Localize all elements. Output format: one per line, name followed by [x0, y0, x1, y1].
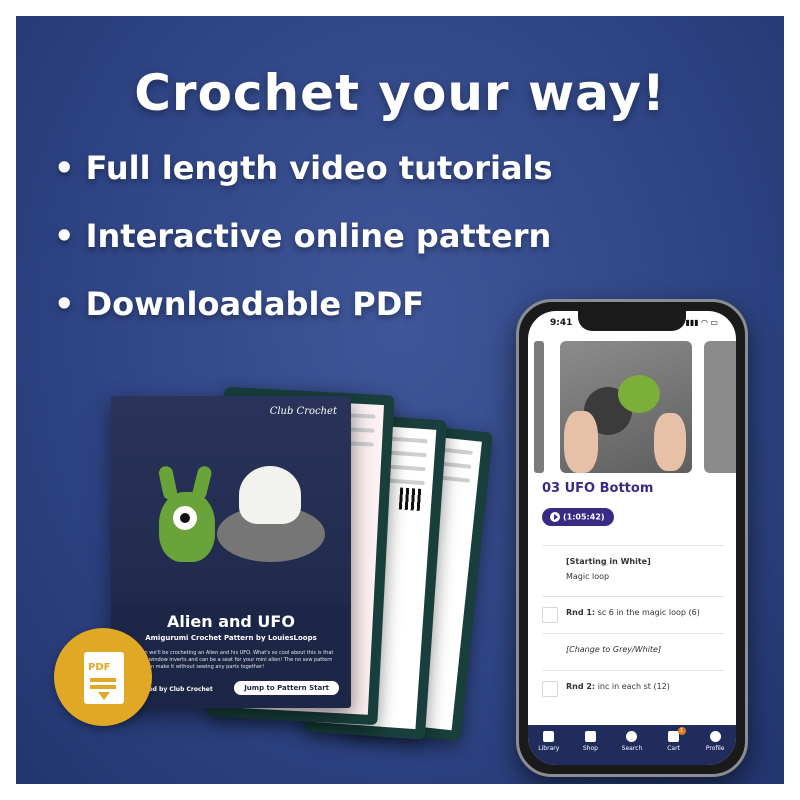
- tab-library[interactable]: Library: [528, 725, 570, 765]
- brand-logo: Club Crochet: [269, 406, 337, 417]
- tab-label: Library: [538, 745, 560, 752]
- feature-online-pattern: • Interactive online pattern: [54, 217, 552, 255]
- pattern-steps: [Starting in White] Magic loop Rnd 1: sc…: [542, 545, 724, 707]
- pdf-label: PDF: [88, 662, 111, 673]
- profile-icon: [709, 731, 721, 742]
- video-carousel[interactable]: [528, 341, 736, 473]
- hand: [564, 411, 598, 473]
- cart-count-badge: 1: [677, 727, 686, 735]
- video-duration: (1:05:42): [563, 512, 605, 522]
- feature-video-tutorials: • Full length video tutorials: [54, 149, 553, 187]
- list-item: Rnd 1: sc 6 in the magic loop (6): [542, 596, 724, 633]
- headline: Crochet your way!: [134, 64, 666, 122]
- bottom-tab-bar: Library Shop Search 1 Cart Profile: [528, 725, 736, 765]
- pdf-download-badge: PDF: [54, 628, 152, 726]
- tab-label: Cart: [667, 745, 680, 752]
- feature-list: • Full length video tutorials • Interact…: [54, 150, 553, 354]
- cover-subtitle: Amigurumi Crochet Pattern by LouiesLoops: [145, 634, 317, 642]
- lesson-title: 03 UFO Bottom: [542, 481, 654, 496]
- tab-shop[interactable]: Shop: [570, 725, 612, 765]
- tab-label: Search: [621, 745, 643, 752]
- pdf-document-icon: PDF: [84, 652, 124, 704]
- cover-description: ...lesson we'll be crocheting an Alien a…: [127, 650, 334, 670]
- step-checkbox[interactable]: [542, 681, 558, 697]
- hand: [654, 413, 686, 471]
- bag-icon: [584, 731, 596, 742]
- qr-code-icon: [398, 487, 423, 511]
- tab-label: Shop: [582, 745, 598, 752]
- search-icon: [626, 731, 638, 742]
- status-icons: ▮▮▮ ◠ ▭: [685, 318, 719, 327]
- promo-banner: Crochet your way! • Full length video tu…: [16, 16, 784, 784]
- list-item: [Change to Grey/White]: [542, 633, 724, 670]
- alien-amigurumi: [618, 375, 660, 413]
- status-time: 9:41: [550, 318, 573, 328]
- step-checkbox[interactable]: [542, 607, 558, 623]
- step-heading: [Starting in White]: [566, 557, 651, 566]
- cover-title: Alien and UFO: [167, 612, 295, 631]
- phone-mockup: 9:41 ▮▮▮ ◠ ▭ 03 UFO Bottom (1:05:42) [St…: [516, 299, 748, 777]
- list-item: Rnd 2: inc in each st (12): [542, 670, 724, 707]
- carousel-prev-thumbnail[interactable]: [534, 341, 544, 473]
- tab-profile[interactable]: Profile: [694, 725, 736, 765]
- play-icon: [550, 512, 560, 522]
- tab-label: Profile: [705, 745, 725, 752]
- step-text: Rnd 1: sc 6 in the magic loop (6): [566, 608, 700, 617]
- video-thumbnail[interactable]: [560, 341, 692, 473]
- step-note: [Change to Grey/White]: [566, 645, 662, 654]
- list-item: [Starting in White] Magic loop: [542, 545, 724, 596]
- ufo-dome: [239, 466, 301, 524]
- step-text: Magic loop: [566, 572, 610, 581]
- alien-eye: [173, 506, 197, 530]
- carousel-next-thumbnail[interactable]: [704, 341, 736, 473]
- step-text: Rnd 2: inc in each st (12): [566, 682, 670, 691]
- book-icon: [543, 731, 555, 742]
- jump-to-pattern-button[interactable]: Jump to Pattern Start: [234, 681, 339, 695]
- download-arrow-icon: [98, 692, 110, 700]
- cover-photo: Club Crochet: [111, 396, 351, 604]
- feature-pdf: • Downloadable PDF: [54, 285, 425, 323]
- phone-screen: 9:41 ▮▮▮ ◠ ▭ 03 UFO Bottom (1:05:42) [St…: [528, 311, 736, 765]
- play-video-button[interactable]: (1:05:42): [542, 508, 614, 526]
- tab-cart[interactable]: 1 Cart: [653, 725, 695, 765]
- tab-search[interactable]: Search: [611, 725, 653, 765]
- phone-notch: [578, 311, 686, 331]
